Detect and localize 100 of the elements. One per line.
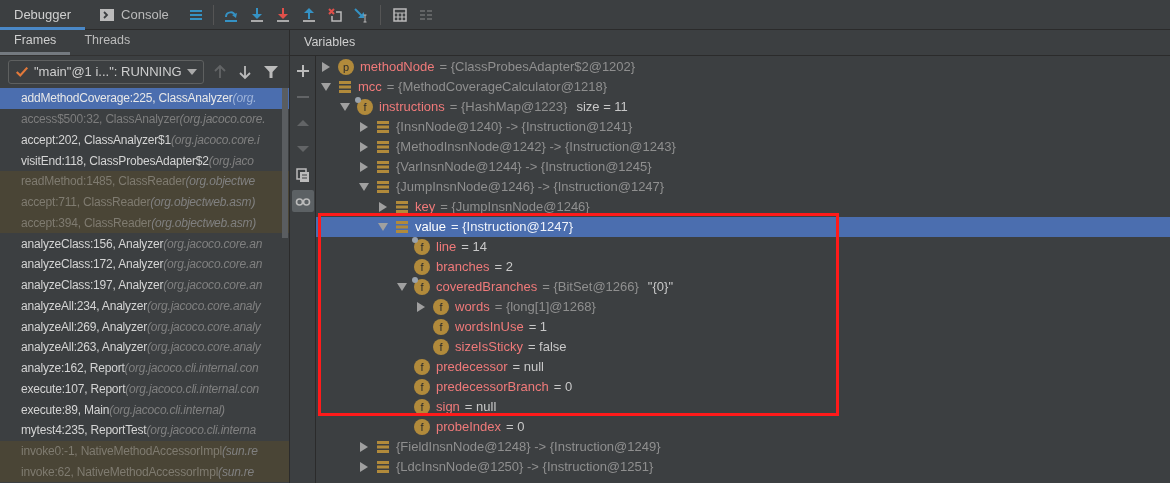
variable-name: mcc xyxy=(358,78,382,97)
tree-row[interactable]: f line = 14 xyxy=(316,237,1170,257)
calculator-icon[interactable] xyxy=(391,6,408,23)
step-out-icon[interactable] xyxy=(300,6,317,23)
tree-row[interactable]: f wordsInUse = 1 xyxy=(316,317,1170,337)
expand-arrow-icon[interactable] xyxy=(359,462,369,472)
tree-row[interactable]: mcc = {MethodCoverageCalculator@1218} xyxy=(316,77,1170,97)
plus-icon[interactable] xyxy=(294,63,311,79)
expand-arrow-icon[interactable] xyxy=(359,122,369,132)
expand-arrow-icon[interactable] xyxy=(359,162,369,172)
variable-value: = 0 xyxy=(553,378,573,397)
variable-name: branches xyxy=(436,258,490,277)
stack-icon xyxy=(376,120,390,134)
variable-value: = false xyxy=(527,338,567,357)
stack-frame[interactable]: addMethodCoverage:225, ClassAnalyzer(org. xyxy=(0,88,289,109)
variable-value: = 14 xyxy=(461,238,487,257)
cursor-arrow-icon[interactable] xyxy=(352,6,369,23)
stack-icon xyxy=(395,200,409,214)
tree-row[interactable]: {MethodInsnNode@1242} -> {Instruction@1243} xyxy=(316,137,1170,157)
tree-row[interactable]: f coveredBranches = {BitSet@1266} "{0}" xyxy=(316,277,1170,297)
tree-row[interactable]: f predecessorBranch = 0 xyxy=(316,377,1170,397)
tree-row[interactable]: f instructions = {HashMap@1223} size = 11 xyxy=(316,97,1170,117)
field-icon: f xyxy=(414,419,430,435)
tree-row[interactable]: {VarInsnNode@1244} -> {Instruction@1245} xyxy=(316,157,1170,177)
stack-frame[interactable]: execute:89, Main(org.jacoco.cli.internal) xyxy=(0,399,289,420)
variable-value: = null xyxy=(464,398,497,417)
stack-icon xyxy=(338,80,352,94)
tree-row[interactable]: f sizeIsSticky = false xyxy=(316,337,1170,357)
stack-frame[interactable]: analyzeClass:197, Analyzer(org.jacoco.core.an xyxy=(0,274,289,296)
variable-value: = {MethodCoverageCalculator@1218} xyxy=(386,78,608,97)
field-icon: f xyxy=(414,259,430,275)
expand-arrow-icon[interactable] xyxy=(416,302,426,312)
stack-frame[interactable]: analyzeAll:269, Analyzer(org.jacoco.core.analy xyxy=(0,316,289,337)
field-icon: f xyxy=(433,319,449,335)
stack-frame[interactable]: mytest4:235, ReportTest(org.jacoco.cli.interna xyxy=(0,420,289,441)
tree-row[interactable]: p methodNode = {ClassProbesAdapter$2@1202} xyxy=(316,57,1170,77)
copy-icon[interactable] xyxy=(294,167,311,183)
variable-value: {JumpInsnNode@1246} -> {Instruction@1247} xyxy=(396,178,665,197)
stack-icon xyxy=(376,160,390,174)
variable-name: key xyxy=(415,198,436,217)
variable-value: {FieldInsnNode@1248} -> {Instruction@1249} xyxy=(396,438,661,457)
step-into-icon[interactable] xyxy=(248,6,265,23)
tree-row[interactable]: key = {JumpInsnNode@1246} xyxy=(316,197,1170,217)
tree-row[interactable]: {LdcInsnNode@1250} -> {Instruction@1251} xyxy=(316,457,1170,477)
stack-frame[interactable]: analyzeClass:156, Analyzer(org.jacoco.core.an xyxy=(0,233,289,254)
tab[interactable]: Frames xyxy=(0,29,71,55)
tree-row[interactable]: {JumpInsnNode@1246} -> {Instruction@1247} xyxy=(316,177,1170,197)
tab[interactable]: Console xyxy=(85,0,183,30)
check-icon xyxy=(15,65,29,79)
variable-summary: "{0}" xyxy=(647,278,673,297)
stack-icon xyxy=(376,140,390,154)
tree-row[interactable]: f words = {long[1]@1268} xyxy=(316,297,1170,317)
collapse-arrow-icon[interactable] xyxy=(340,102,350,112)
collapse-arrow-icon[interactable] xyxy=(397,282,407,292)
expand-arrow-icon[interactable] xyxy=(359,142,369,152)
thread-dropdown[interactable]: "main"@1 i...": RUNNING xyxy=(8,60,204,84)
field-icon: f xyxy=(357,99,373,115)
scrollbar-thumb[interactable] xyxy=(282,88,288,238)
variable-value: = {Instruction@1247} xyxy=(451,218,574,237)
tree-row[interactable]: value = {Instruction@1247} xyxy=(316,217,1170,237)
field-icon: f xyxy=(414,279,430,295)
variable-value: = 0 xyxy=(506,418,525,437)
field-icon: f xyxy=(414,359,430,375)
tree-row[interactable]: f predecessor = null xyxy=(316,357,1170,377)
console-icon xyxy=(99,6,116,23)
variable-summary: size = 11 xyxy=(576,98,628,117)
stack-frame[interactable]: analyzeAll:234, Analyzer(org.jacoco.core.analy xyxy=(0,295,289,317)
down-arrow-icon[interactable] xyxy=(237,64,254,80)
tree-row[interactable]: {FieldInsnNode@1248} -> {Instruction@1249} xyxy=(316,437,1170,457)
stack-frame[interactable]: visitEnd:118, ClassProbesAdapter$2(org.jaco xyxy=(0,150,289,171)
field-icon: f xyxy=(433,339,449,355)
stack-frame[interactable]: analyzeClass:172, Analyzer(org.jacoco.core.an xyxy=(0,254,289,275)
tree-row[interactable]: f probeIndex = 0 xyxy=(316,417,1170,437)
tree-row[interactable]: f branches = 2 xyxy=(316,257,1170,277)
tree-row[interactable]: {InsnNode@1240} -> {Instruction@1241} xyxy=(316,117,1170,137)
stack-frame[interactable]: analyze:162, Report(org.jacoco.cli.internal.con xyxy=(0,357,289,379)
stack-frame[interactable]: accept:202, ClassAnalyzer$1(org.jacoco.core.i xyxy=(0,129,289,151)
tree-row[interactable]: f sign = null xyxy=(316,397,1170,417)
expand-arrow-icon[interactable] xyxy=(321,62,331,72)
collapse-arrow-icon[interactable] xyxy=(359,182,369,192)
variable-value: {VarInsnNode@1244} -> {Instruction@1245} xyxy=(396,158,652,177)
expand-arrow-icon[interactable] xyxy=(359,442,369,452)
variable-value: = {long[1]@1268} xyxy=(494,298,596,317)
stack-icon xyxy=(395,220,409,234)
caret-icon xyxy=(186,69,197,75)
field-icon: f xyxy=(433,299,449,315)
stack-frame[interactable]: analyzeAll:263, Analyzer(org.jacoco.core.analy xyxy=(0,337,289,358)
step-into-icon[interactable] xyxy=(274,6,291,23)
variable-name: predecessor xyxy=(436,358,508,377)
variable-value: = {HashMap@1223} xyxy=(449,98,568,117)
stack-frame[interactable]: execute:107, Report(org.jacoco.cli.internal.con xyxy=(0,378,289,400)
variable-name: wordsInUse xyxy=(455,318,524,337)
filter-icon[interactable] xyxy=(263,64,280,80)
stack-icon xyxy=(376,440,390,454)
variable-value: {InsnNode@1240} -> {Instruction@1241} xyxy=(396,118,633,137)
variable-value: = null xyxy=(512,358,544,377)
expand-arrow-icon[interactable] xyxy=(378,202,388,212)
collapse-arrow-icon[interactable] xyxy=(321,82,331,92)
tab[interactable]: Threads xyxy=(70,29,145,55)
drop-frame-icon[interactable] xyxy=(326,6,343,23)
